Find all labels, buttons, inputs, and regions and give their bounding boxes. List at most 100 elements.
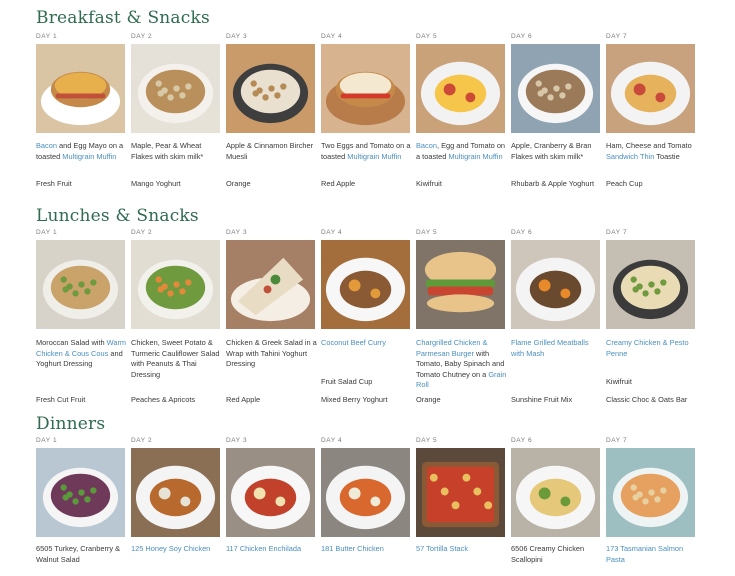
food-photo-art [321,448,410,537]
meal-description: Two Eggs and Tomato on a toasted Multigr… [321,141,413,162]
snack-item: Red Apple [321,179,356,188]
day-label: DAY 3 [226,229,248,236]
snack-item: Rhubarb & Apple Yoghurt [511,179,595,188]
meal-description: Creamy Chicken & Pesto Penne [606,338,698,359]
day-label: DAY 2 [131,229,153,236]
meal-photo[interactable] [321,240,410,329]
meal-description: Moroccan Salad with Warm Chicken & Cous … [36,338,128,370]
day-label: DAY 6 [511,33,533,40]
recipe-link[interactable]: Multigrain Muffin [448,152,502,161]
section-title-lunches: Lunches & Snacks [36,206,199,226]
snack-item: Mango Yoghurt [131,179,181,188]
food-photo-art [131,44,220,133]
day-label: DAY 6 [511,229,533,236]
meal-description: Chicken & Greek Salad in a Wrap with Tah… [226,338,318,370]
snack-item: Kiwifruit [606,377,632,386]
meal-photo[interactable] [416,44,505,133]
recipe-link[interactable]: Bacon [416,141,437,150]
meal-photo[interactable] [321,448,410,537]
meal-photo[interactable] [606,44,695,133]
snack-item: Kiwifruit [416,179,442,188]
day-label: DAY 7 [606,33,628,40]
snack-item: Mixed Berry Yoghurt [321,395,388,404]
meal-photo[interactable] [131,44,220,133]
day-label: DAY 6 [511,437,533,444]
day-label: DAY 1 [36,33,58,40]
meal-description: Bacon and Egg Mayo on a toasted Multigra… [36,141,128,162]
day-label: DAY 2 [131,33,153,40]
meal-description: 57 Tortilla Stack [416,544,508,555]
recipe-link[interactable]: 181 Butter Chicken [321,544,384,553]
day-label: DAY 7 [606,437,628,444]
meal-description: Apple & Cinnamon Bircher Muesli [226,141,318,162]
meal-description: Flame Grilled Meatballs with Mash [511,338,603,359]
meal-photo[interactable] [226,44,315,133]
meal-description: 173 Tasmanian Salmon Pasta [606,544,698,565]
meal-description: Chicken, Sweet Potato & Turmeric Caulifl… [131,338,223,380]
food-photo-art [606,240,695,329]
recipe-link[interactable]: Sandwich Thin [606,152,654,161]
snack-item: Fresh Fruit [36,179,72,188]
meal-photo[interactable] [36,240,125,329]
snack-item: Classic Choc & Oats Bar [606,395,688,404]
meal-description: 125 Honey Soy Chicken [131,544,223,555]
snack-item: Peach Cup [606,179,643,188]
meal-photo[interactable] [36,44,125,133]
meal-photo[interactable] [511,448,600,537]
section-title-dinners: Dinners [36,414,106,434]
recipe-link[interactable]: Coconut Beef Curry [321,338,386,347]
recipe-link[interactable]: Bacon [36,141,57,150]
meal-photo[interactable] [226,448,315,537]
meal-photo[interactable] [321,44,410,133]
meal-photo[interactable] [511,44,600,133]
food-photo-art [606,44,695,133]
snack-item: Fruit Salad Cup [321,377,373,386]
recipe-link[interactable]: 117 Chicken Enchilada [226,544,301,553]
meal-photo[interactable] [226,240,315,329]
meal-photo[interactable] [606,240,695,329]
section-title-breakfast: Breakfast & Snacks [36,8,210,28]
meal-text: Maple, Pear & Wheat Flakes with skim mil… [131,141,204,161]
food-photo-art [36,448,125,537]
meal-description: Ham, Cheese and Tomato Sandwich Thin Toa… [606,141,698,162]
day-label: DAY 1 [36,437,58,444]
meal-description: Bacon, Egg and Tomato on a toasted Multi… [416,141,508,162]
food-photo-art [36,240,125,329]
food-photo-art [226,448,315,537]
meal-text: 6506 Creamy Chicken Scallopini [511,544,585,564]
meal-description: Maple, Pear & Wheat Flakes with skim mil… [131,141,223,162]
meal-photo[interactable] [131,448,220,537]
recipe-link[interactable]: Multigrain Muffin [347,152,401,161]
meal-description: Apple, Cranberry & Bran Flakes with skim… [511,141,603,162]
food-photo-art [321,44,410,133]
meal-text: Moroccan Salad with [36,338,107,347]
recipe-link[interactable]: 57 Tortilla Stack [416,544,468,553]
recipe-link[interactable]: Creamy Chicken & Pesto Penne [606,338,689,358]
meal-description: 6505 Turkey, Cranberry & Walnut Salad [36,544,128,565]
food-photo-art [416,44,505,133]
food-photo-art [511,448,600,537]
day-label: DAY 5 [416,33,438,40]
day-label: DAY 3 [226,437,248,444]
food-photo-art [226,44,315,133]
recipe-link[interactable]: 173 Tasmanian Salmon Pasta [606,544,683,564]
meal-text: Apple & Cinnamon Bircher Muesli [226,141,314,161]
day-label: DAY 7 [606,229,628,236]
meal-photo[interactable] [416,448,505,537]
meal-photo[interactable] [511,240,600,329]
food-photo-art [606,448,695,537]
meal-photo[interactable] [416,240,505,329]
meal-photo[interactable] [606,448,695,537]
recipe-link[interactable]: Multigrain Muffin [62,152,116,161]
meal-photo[interactable] [36,448,125,537]
recipe-link[interactable]: 125 Honey Soy Chicken [131,544,210,553]
food-photo-art [511,44,600,133]
meal-text: 6505 Turkey, Cranberry & Walnut Salad [36,544,121,564]
meal-photo[interactable] [131,240,220,329]
food-photo-art [36,44,125,133]
food-photo-art [416,448,505,537]
recipe-link[interactable]: Flame Grilled Meatballs with Mash [511,338,589,358]
snack-item: Orange [416,395,441,404]
meal-text: Apple, Cranberry & Bran Flakes with skim… [511,141,592,161]
meal-text: Ham, Cheese and Tomato [606,141,692,150]
